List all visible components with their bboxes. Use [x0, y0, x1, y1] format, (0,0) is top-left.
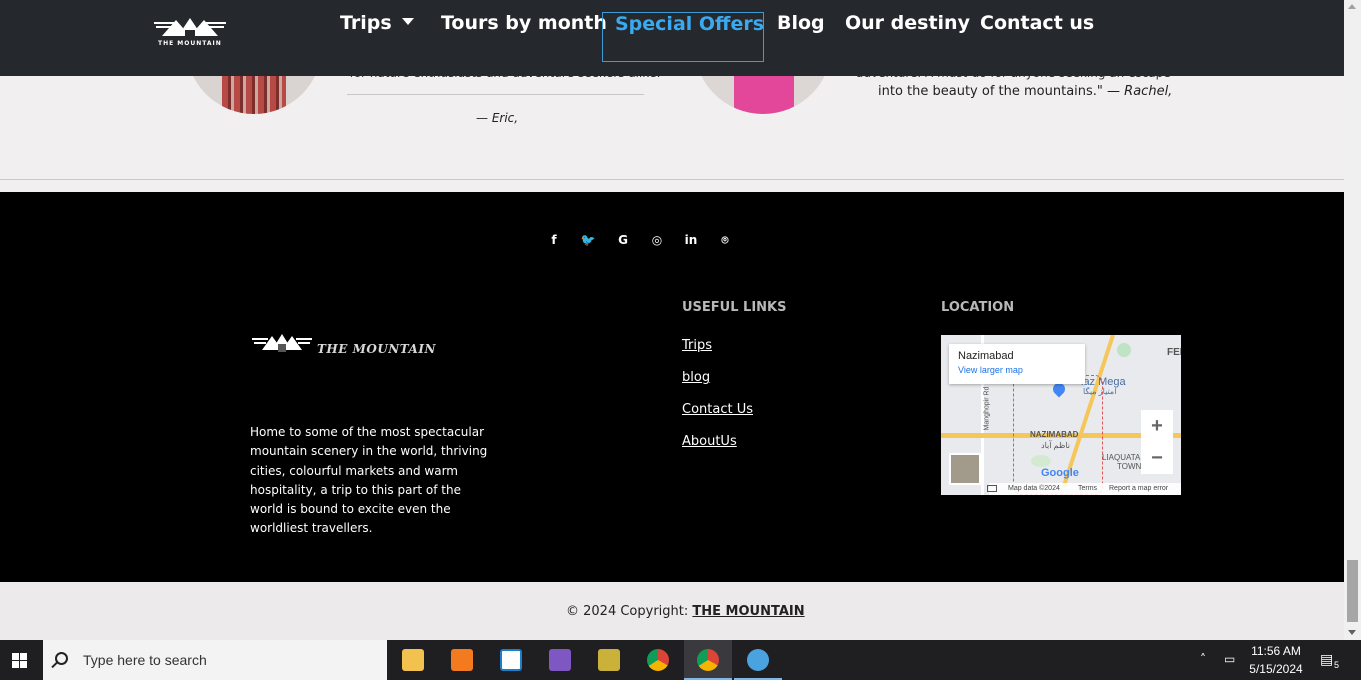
taskbar-umbrella-app[interactable]: [734, 640, 782, 680]
zoom-in-button[interactable]: +: [1141, 410, 1173, 442]
map-report-link[interactable]: Report a map error: [1109, 483, 1168, 495]
top-navbar: THE MOUNTAIN Trips Tours by month Specia…: [0, 0, 1344, 76]
copyright-brand-link[interactable]: THE MOUNTAIN: [692, 604, 804, 619]
xampp-icon: [451, 649, 473, 671]
page-scrollbar[interactable]: [1344, 0, 1361, 640]
copyright-text: © 2024 Copyright: THE MOUNTAIN: [566, 604, 805, 619]
vscode-icon: [500, 649, 522, 671]
start-button[interactable]: [0, 640, 42, 680]
chrome-icon: [697, 649, 719, 671]
windows-logo-icon: [12, 661, 19, 668]
keyboard-icon[interactable]: [987, 485, 997, 492]
map-label-imtiaz-urdu: امتیاز میگا: [1083, 387, 1117, 396]
tool-icon: [598, 649, 620, 671]
tray-time[interactable]: 11:56 AM: [1246, 644, 1306, 658]
zoom-out-button[interactable]: −: [1141, 442, 1173, 474]
taskbar-search-input[interactable]: Type here to search: [43, 640, 387, 680]
nav-contact-us[interactable]: Contact us: [980, 12, 1094, 62]
taskbar-chrome-profile[interactable]: [684, 640, 732, 680]
map-label-nazimabad-urdu: ناظم آباد: [1041, 441, 1071, 450]
mountain-logo-icon: [252, 334, 312, 352]
google-logo: Google: [1041, 467, 1079, 479]
taskbar-file-explorer[interactable]: [389, 640, 437, 680]
linkedin-icon[interactable]: in: [681, 232, 701, 248]
notification-icon[interactable]: ▤: [1320, 652, 1333, 668]
footer-link-contact-us[interactable]: Contact Us: [682, 402, 753, 417]
github-icon[interactable]: ⌾: [715, 232, 735, 248]
copyright-prefix: © 2024 Copyright:: [566, 604, 689, 619]
umbrella-icon: [747, 649, 769, 671]
copyright-bar: © 2024 Copyright: THE MOUNTAIN: [0, 582, 1344, 640]
view-larger-map-link[interactable]: View larger map: [958, 365, 1076, 375]
chrome-icon: [647, 649, 669, 671]
site-footer: f 🐦 G ◎ in ⌾ THE MOUNTAIN Home to some o…: [0, 192, 1344, 582]
eric-author: — Eric,: [476, 111, 519, 125]
satellite-toggle[interactable]: [949, 453, 981, 485]
section-divider: [0, 179, 1344, 180]
scroll-down-icon[interactable]: [1348, 630, 1356, 635]
google-icon[interactable]: G: [613, 232, 633, 248]
network-icon[interactable]: ▭: [1224, 652, 1235, 666]
instagram-icon[interactable]: ◎: [647, 232, 667, 248]
nav-logo-text: THE MOUNTAIN: [158, 40, 222, 47]
twitter-icon[interactable]: 🐦: [578, 232, 598, 248]
map-attribution-bar: Map data ©2024 Terms Report a map error: [989, 483, 1181, 495]
map-place-name: Nazimabad: [958, 350, 1014, 362]
windows-logo-icon: [20, 661, 27, 668]
location-map[interactable]: FED iaz Mega امتیاز میگا NAZIMABAD ناظم …: [941, 335, 1181, 495]
search-icon: [55, 652, 68, 665]
visual-studio-icon: [549, 649, 571, 671]
windows-taskbar: Type here to search ˄ ▭ 11:56 AM 5/15/20…: [0, 640, 1361, 680]
taskbar-tool-app[interactable]: [585, 640, 633, 680]
facebook-icon[interactable]: f: [544, 232, 564, 248]
testimonial-divider: [347, 94, 644, 95]
nav-blog[interactable]: Blog: [777, 12, 825, 62]
map-label-manghopir: Manghopir Rd: [983, 386, 991, 431]
useful-links-title: USEFUL LINKS: [682, 300, 787, 315]
taskbar-xampp[interactable]: [438, 640, 486, 680]
taskbar-visual-studio[interactable]: [536, 640, 584, 680]
search-placeholder: Type here to search: [83, 652, 207, 668]
map-place-card: Nazimabad View larger map: [949, 344, 1085, 384]
rachel-author: — Rachel,: [1107, 84, 1173, 99]
footer-link-trips[interactable]: Trips: [682, 338, 712, 353]
rachel-quote-text: into the beauty of the mountains.": [878, 84, 1103, 99]
nav-our-destiny[interactable]: Our destiny: [845, 12, 970, 62]
footer-about-text: Home to some of the most spectacular mou…: [250, 425, 488, 536]
taskbar-chrome[interactable]: [634, 640, 682, 680]
chevron-up-icon[interactable]: ˄: [1200, 652, 1206, 666]
notification-count: 5: [1334, 660, 1340, 670]
map-label-town: TOWN: [1117, 462, 1142, 471]
windows-logo-icon: [12, 653, 19, 660]
footer-link-about-us[interactable]: AboutUs: [682, 434, 737, 449]
google-logo-text: Google: [1041, 467, 1079, 479]
windows-logo-icon: [20, 653, 27, 660]
caret-down-icon: [401, 18, 414, 25]
scroll-thumb[interactable]: [1347, 560, 1358, 622]
folder-icon: [402, 649, 424, 671]
scroll-up-icon[interactable]: [1348, 4, 1356, 9]
map-terms-link[interactable]: Terms: [1078, 483, 1097, 495]
footer-link-blog[interactable]: blog: [682, 370, 710, 385]
nav-trips[interactable]: Trips: [340, 12, 414, 62]
map-park: [1117, 343, 1131, 357]
taskbar-vscode[interactable]: [487, 640, 535, 680]
location-title: LOCATION: [941, 300, 1015, 315]
nav-special-offers[interactable]: Special Offers: [602, 12, 764, 62]
map-label-nazimabad: NAZIMABAD: [1030, 430, 1079, 439]
map-label-fed: FED: [1167, 347, 1181, 358]
nav-tours-by-month[interactable]: Tours by month: [441, 12, 607, 62]
map-label-liaquatabad: LIAQUATA: [1102, 453, 1141, 462]
map-data-text: Map data ©2024: [1008, 485, 1060, 492]
nav-trips-label: Trips: [340, 12, 392, 34]
tray-date[interactable]: 5/15/2024: [1246, 662, 1306, 676]
rachel-quote-line: into the beauty of the mountains." — Rac…: [878, 84, 1172, 99]
footer-logo-text: THE MOUNTAIN: [317, 342, 436, 356]
